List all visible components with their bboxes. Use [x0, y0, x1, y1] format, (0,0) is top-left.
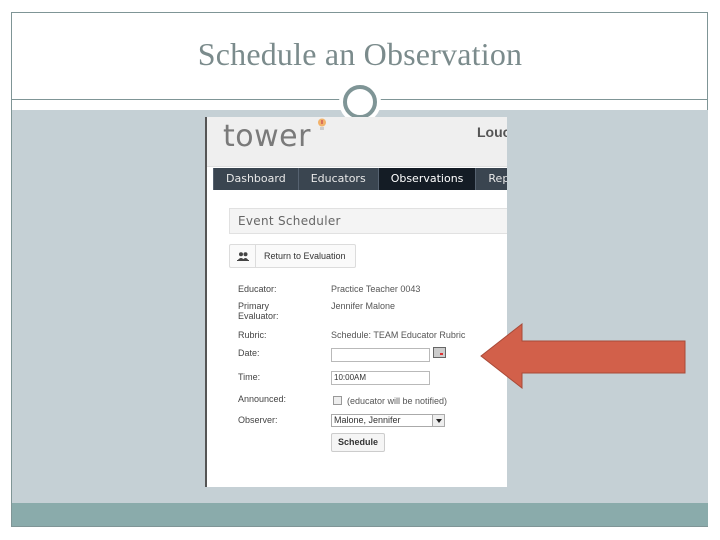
- left-arrow-icon: [480, 323, 686, 389]
- observer-selected: Malone, Jennifer: [334, 415, 401, 425]
- app-header: tower Louc: [207, 117, 507, 167]
- return-label: Return to Evaluation: [264, 251, 346, 261]
- date-input[interactable]: [331, 348, 430, 362]
- rubric-label: Rubric:: [238, 330, 267, 340]
- date-label: Date:: [238, 348, 260, 358]
- tower-logo: tower: [223, 119, 311, 154]
- main-nav: Dashboard Educators Observations Repo: [213, 168, 507, 190]
- return-to-evaluation-button[interactable]: Return to Evaluation: [229, 244, 356, 268]
- lightbulb-icon: [318, 118, 326, 130]
- schedule-button[interactable]: Schedule: [331, 433, 385, 452]
- announced-checkbox[interactable]: [333, 396, 342, 405]
- nav-observations[interactable]: Observations: [377, 168, 476, 190]
- primary-evaluator-label-line2: Evaluator:: [238, 311, 279, 321]
- nav-educators[interactable]: Educators: [297, 168, 378, 190]
- calendar-icon[interactable]: [433, 347, 446, 358]
- nav-reports[interactable]: Repo: [475, 168, 507, 190]
- chevron-down-icon[interactable]: [432, 415, 444, 426]
- footer-band: [12, 503, 708, 526]
- users-icon: [230, 245, 256, 267]
- district-name: Louc: [477, 124, 507, 140]
- primary-evaluator-label-line1: Primary: [238, 301, 269, 311]
- nav-dashboard[interactable]: Dashboard: [213, 168, 298, 190]
- time-input[interactable]: 10:00AM: [331, 371, 430, 385]
- announced-label: Announced:: [238, 394, 287, 404]
- educator-label: Educator:: [238, 284, 277, 294]
- panel-title: Event Scheduler: [238, 214, 341, 228]
- educator-value: Practice Teacher 0043: [331, 284, 421, 294]
- observer-select[interactable]: Malone, Jennifer: [331, 414, 445, 427]
- app-screenshot: tower Louc Dashboard Educators Observati…: [205, 117, 507, 487]
- primary-evaluator-value: Jennifer Malone: [331, 301, 396, 311]
- announced-note: (educator will be notified): [347, 396, 448, 406]
- rubric-value: Schedule: TEAM Educator Rubric: [331, 330, 466, 340]
- time-label: Time:: [238, 372, 261, 382]
- event-scheduler-panel: Event Scheduler: [229, 208, 507, 234]
- primary-evaluator-label: Primary Evaluator:: [238, 301, 279, 321]
- observer-label: Observer:: [238, 415, 278, 425]
- slide-title: Schedule an Observation: [197, 36, 523, 72]
